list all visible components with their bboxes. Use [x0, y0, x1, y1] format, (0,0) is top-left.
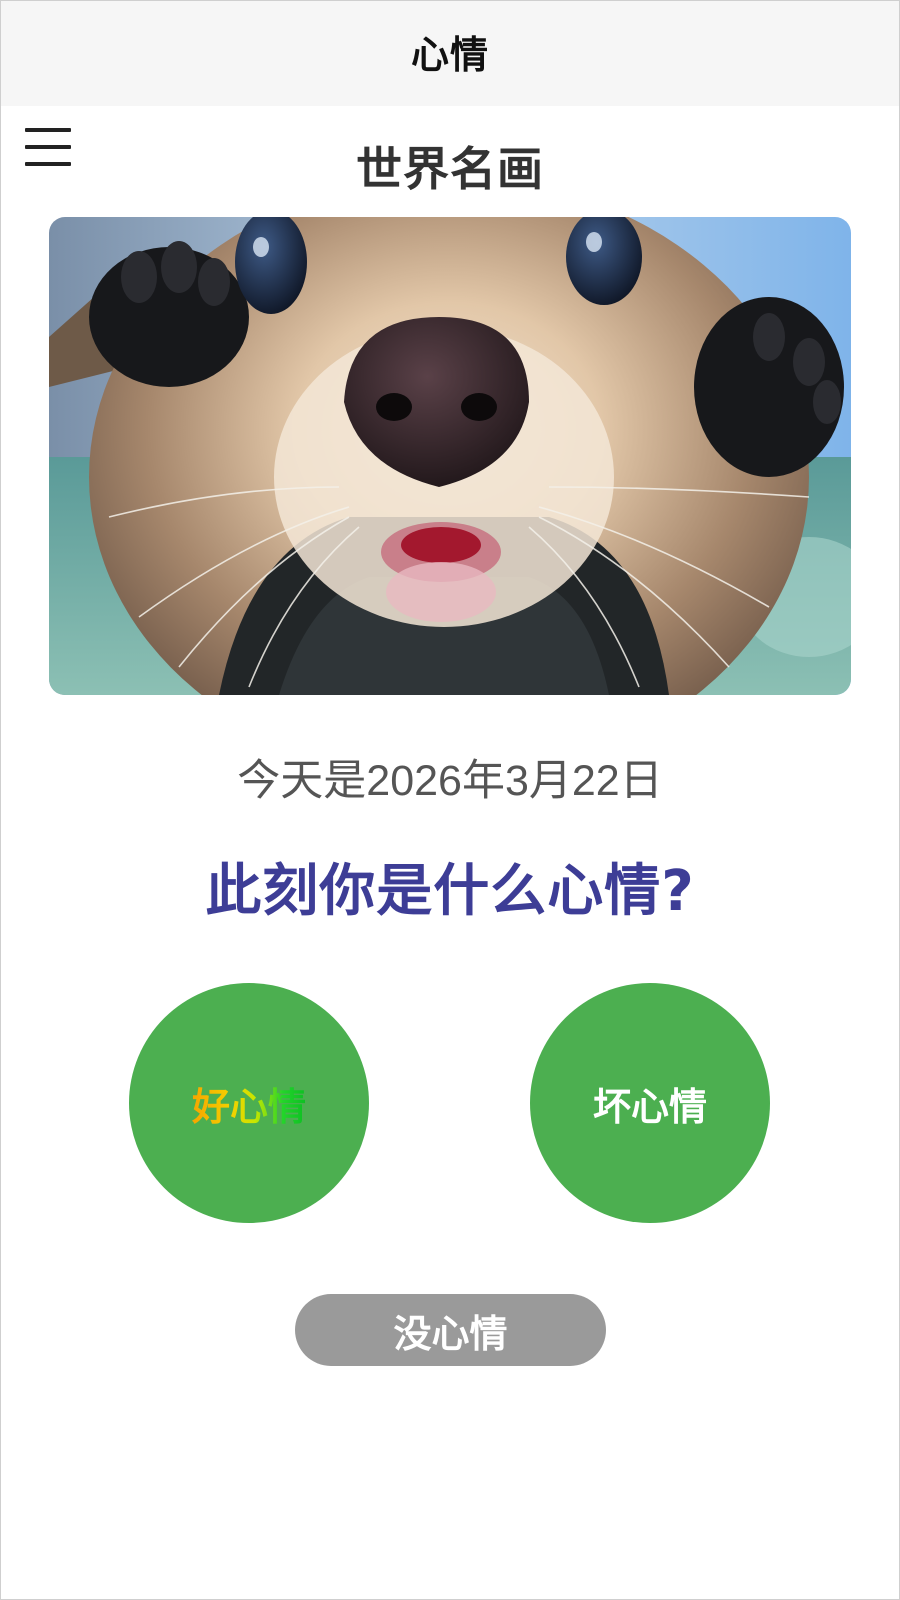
- mood-question: 此刻你是什么心情?: [205, 859, 695, 924]
- app-frame: 心情 世界名画 今天是2026年3月22日 此刻你是什么心情? 好心情 坏心情 …: [0, 0, 900, 1600]
- today-date: 今天是2026年3月22日: [237, 757, 663, 805]
- bad-mood-label: 坏心情: [592, 1084, 707, 1129]
- app-title: 心情: [410, 33, 489, 77]
- no-mood-button[interactable]: 没心情: [295, 1294, 606, 1366]
- app-header: 心情: [1, 1, 899, 106]
- menu-line: [25, 128, 71, 132]
- hero-image: [49, 217, 851, 695]
- no-mood-label: 没心情: [393, 1311, 508, 1356]
- page-title: 世界名画: [356, 142, 544, 196]
- bad-mood-button[interactable]: 坏心情: [530, 983, 770, 1223]
- good-mood-label: 好心情: [192, 1076, 306, 1131]
- good-mood-button[interactable]: 好心情: [129, 983, 369, 1223]
